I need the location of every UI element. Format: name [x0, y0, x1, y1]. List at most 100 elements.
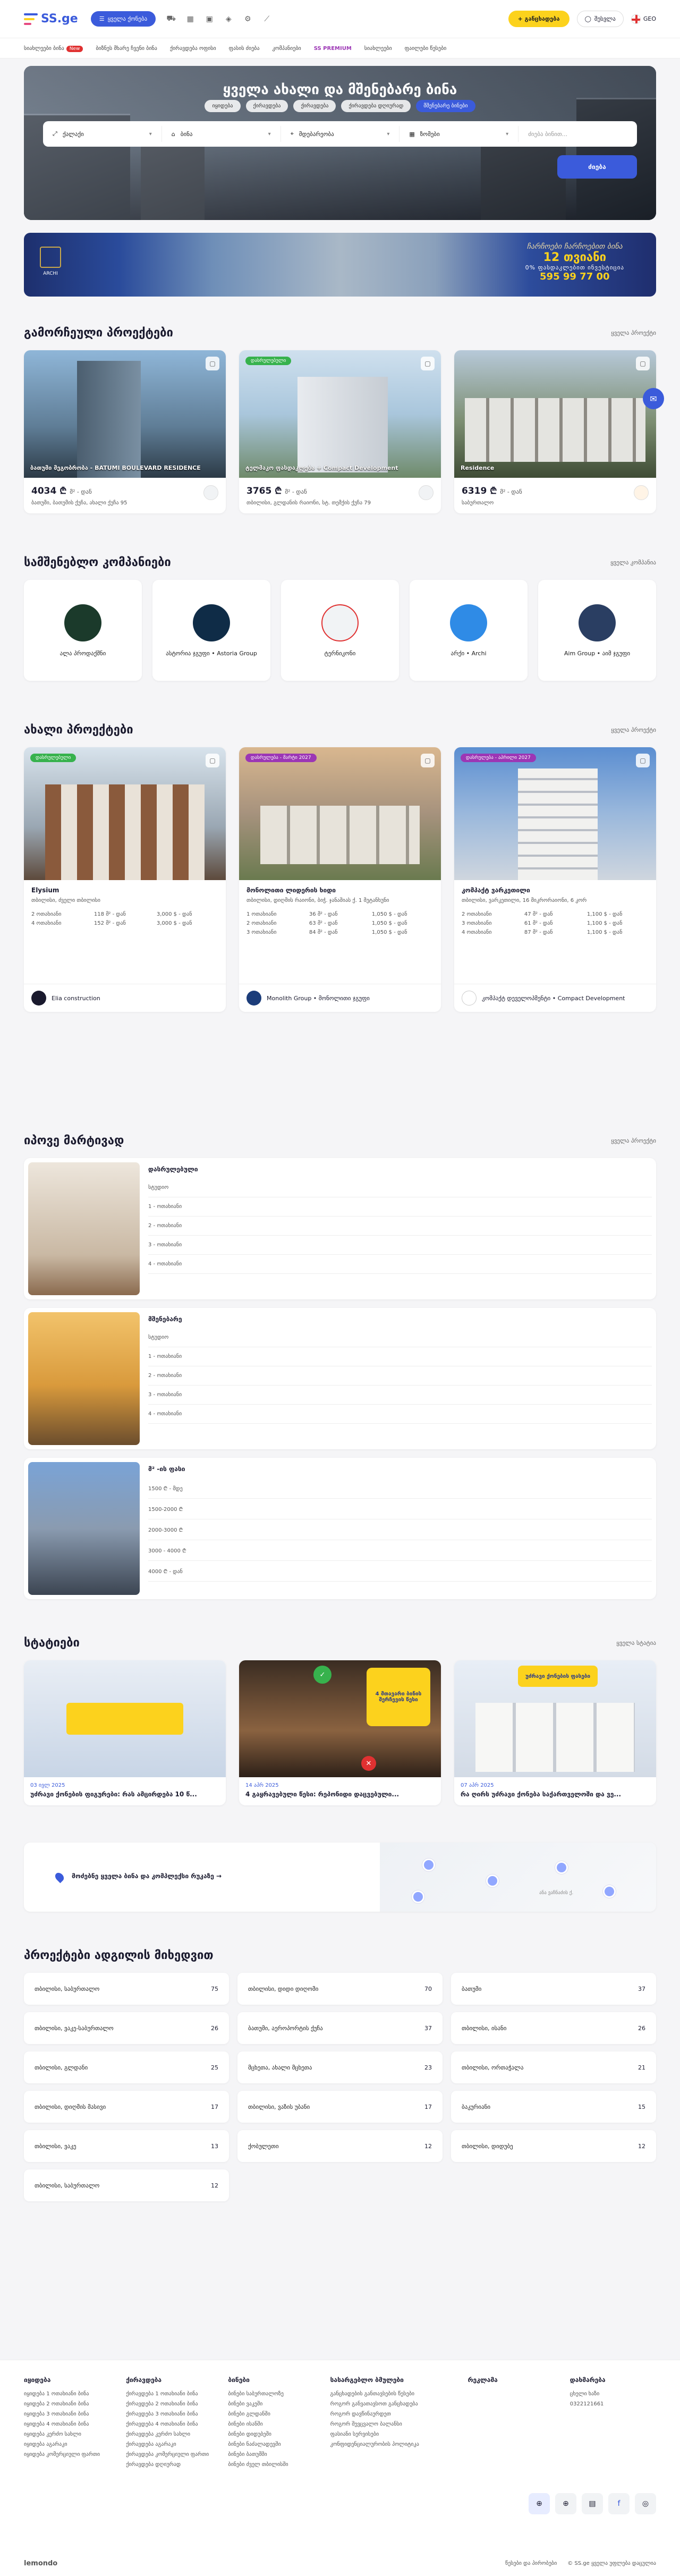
location-item[interactable]: თბილისი, დიდი დიღომი 70 — [237, 1973, 443, 2005]
location-item[interactable]: თბილისი, ვაკე-საბურთალო 26 — [24, 2012, 229, 2044]
market-link[interactable]: 2000-3000 ₾ — [148, 1519, 652, 1540]
market-link[interactable]: 2 - ოთახიანი — [148, 1366, 652, 1386]
subnav-item[interactable]: კომპანიები — [273, 46, 301, 52]
project-card[interactable]: დასრულება - აპრილი 2027 ▢ კომპაქტ ვარკეთ… — [454, 747, 656, 1012]
footer-link[interactable]: იყიდება 1 ოთახიანი ბინა — [24, 2391, 110, 2397]
footer-link[interactable]: იყიდება აგარაკი — [24, 2442, 110, 2447]
featured-card[interactable]: დასრულებული ▢ ტელმაკო ფასდაკლება + Compa… — [239, 350, 441, 513]
location-item[interactable]: თბილისი, გლდანი 25 — [24, 2051, 229, 2083]
footer-link[interactable]: ბინები ისანში — [228, 2421, 314, 2427]
login-button[interactable]: ◯ შესვლა — [576, 11, 624, 27]
logo[interactable]: SS.ge — [24, 12, 78, 26]
map-search-cta[interactable]: ანა ვაჩნაძის ქ. მოძებნე ყველა ბინა და კო… — [24, 1843, 656, 1912]
company-card[interactable]: ასტორია ჯგუფი • Astoria Group — [152, 580, 270, 681]
location-item[interactable]: თბილისი, ვაკე 13 — [24, 2130, 229, 2162]
location-item[interactable]: თბილისი, საბურთალო 75 — [24, 1973, 229, 2005]
market-link[interactable]: 1 - ოთახიანი — [148, 1197, 652, 1217]
subnav-item[interactable]: ფაილები წესები — [405, 46, 447, 52]
subnav-item[interactable]: ქირავდება ოფისი — [170, 46, 216, 52]
footer-link[interactable]: ქირავდება აგარაკი — [126, 2442, 212, 2447]
russia-flag-icon[interactable]: ▤ — [582, 2493, 603, 2514]
company-card[interactable]: ტერნიკონი — [281, 580, 399, 681]
location-item[interactable]: ბაკურიანი 15 — [451, 2091, 656, 2123]
search-input[interactable]: ძიება ბინით... — [518, 126, 637, 142]
bookmark-icon[interactable]: ▢ — [636, 754, 650, 767]
location-item[interactable]: მცხეთა, ახალი მცხეთა 23 — [237, 2051, 443, 2083]
market-link[interactable]: 1 - ოთახიანი — [148, 1347, 652, 1366]
footer-link[interactable]: ქირავდება დღიურად — [126, 2462, 212, 2468]
bookmark-icon[interactable]: ▢ — [421, 357, 435, 370]
company-card[interactable]: არქი • Archi — [410, 580, 528, 681]
market-link[interactable]: 4000 ₾ - დან — [148, 1561, 652, 1582]
city-select[interactable]: ⤢ ქალაქი ▾ — [43, 126, 162, 142]
footer-link[interactable]: იყიდება 3 ოთახიანი ბინა — [24, 2411, 110, 2417]
footer-link[interactable]: როგორ დავწინაურდეთ — [330, 2411, 452, 2417]
market-all-link[interactable]: ყველა პროექტი — [611, 1137, 656, 1144]
footer-link[interactable]: ბინები საბურთალოზე — [228, 2391, 314, 2397]
uk-flag-icon[interactable]: ⊕ — [555, 2493, 576, 2514]
add-listing-button[interactable]: + განცხადება — [508, 11, 570, 27]
company-card[interactable]: ალა პროდაქშნი — [24, 580, 142, 681]
instagram-icon[interactable]: ◎ — [635, 2493, 656, 2514]
footer-link[interactable]: ბინები გლდანში — [228, 2411, 314, 2417]
footer-link[interactable]: 0322121661 — [570, 2401, 656, 2407]
location-item[interactable]: თბილისი, საბურთალო 12 — [24, 2169, 229, 2201]
articles-all-link[interactable]: ყველა სტატია — [616, 1640, 656, 1646]
market-link[interactable]: 4 - ოთახიანი — [148, 1405, 652, 1424]
terms-link[interactable]: წესები და პირობები — [505, 2561, 557, 2566]
bookmark-icon[interactable]: ▢ — [206, 357, 219, 370]
article-card[interactable]: 4 მთავარი ბინის შერჩევის წესი ✓ ✕ 14 აპრ… — [239, 1660, 441, 1805]
market-link[interactable]: 1500 ₾ - მდე — [148, 1478, 652, 1499]
market-link[interactable]: 3 - ოთახიანი — [148, 1386, 652, 1405]
article-card[interactable]: უძრავი ქონების ფასები 07 აპრ 2025 რა ღირ… — [454, 1660, 656, 1805]
article-card[interactable]: 03 ივლ 2025 უძრავი ქონების ფიგურები: რას… — [24, 1660, 226, 1805]
project-card[interactable]: დასრულება - მარტი 2027 ▢ მონოლითი ლიდერი… — [239, 747, 441, 1012]
hero-tab[interactable]: ქირავდება — [293, 100, 336, 112]
subnav-item[interactable]: სიახლეები ბინა New — [24, 45, 83, 52]
bookmark-icon[interactable]: ▢ — [206, 754, 219, 767]
building-icon[interactable]: ▦ — [184, 13, 196, 25]
bookmark-icon[interactable]: ▢ — [636, 357, 650, 370]
footer-link[interactable]: როგორ შევცვალო ბალანსი — [330, 2421, 452, 2427]
subnav-item[interactable]: ბიზნეს მხარე ჩვენი ბინა — [96, 46, 157, 52]
size-select[interactable]: ▦ ზომები ▾ — [400, 126, 519, 142]
stack-icon[interactable]: ◈ — [223, 13, 234, 25]
subnav-item[interactable]: ფასის ძიება — [229, 46, 260, 52]
company-card[interactable]: Aim Group • აიმ ჯგუფი — [538, 580, 656, 681]
footer-link[interactable]: ქირავდება 4 ოთახიანი ბინა — [126, 2421, 212, 2427]
chat-button[interactable]: ✉ — [643, 388, 664, 409]
location-item[interactable]: თბილისი, ვაზის უბანი 17 — [237, 2091, 443, 2123]
footer-link[interactable]: ბინები ძველ თბილისში — [228, 2462, 314, 2468]
facebook-icon[interactable]: f — [608, 2493, 630, 2514]
featured-card[interactable]: ▢ Residence 6319 ₾ მ² - დან საბურთალო — [454, 350, 656, 513]
briefcase-icon[interactable]: ▣ — [203, 13, 215, 25]
footer-link[interactable]: ბინები ვაკეში — [228, 2401, 314, 2407]
hero-tab[interactable]: ქირავდება დღიურად — [341, 100, 411, 112]
location-item[interactable]: თბილისი, ორთაჭალა 21 — [451, 2051, 656, 2083]
footer-link[interactable]: ქირავდება 3 ოთახიანი ბინა — [126, 2411, 212, 2417]
gear-icon[interactable]: ⚙ — [242, 13, 253, 25]
footer-link[interactable]: ფასიანი სერვისები — [330, 2431, 452, 2437]
footer-link[interactable]: ბინები ნაძალადევში — [228, 2442, 314, 2447]
market-link[interactable]: სტუდიო — [148, 1328, 652, 1347]
footer-link[interactable]: ცხელი ხაზი — [570, 2391, 656, 2397]
footer-link[interactable]: განცხადების განთავსების წესები — [330, 2391, 452, 2397]
location-item[interactable]: თბილისი, დიდუბე 12 — [451, 2130, 656, 2162]
car-icon[interactable]: ⛟ — [165, 13, 177, 25]
companies-all-link[interactable]: ყველა კომპანია — [610, 559, 656, 566]
footer-link[interactable]: ქირავდება 2 ოთახიანი ბინა — [126, 2401, 212, 2407]
location-item[interactable]: ქობულეთი 12 — [237, 2130, 443, 2162]
footer-link[interactable]: იყიდება კერძო სახლი — [24, 2431, 110, 2437]
type-select[interactable]: ⌂ ბინა ▾ — [162, 126, 281, 142]
footer-link[interactable]: კონფიდენციალურობის პოლიტიკა — [330, 2442, 452, 2447]
footer-link[interactable]: ქირავდება კომერციული ფართი — [126, 2452, 212, 2457]
language-selector[interactable]: GEO — [631, 14, 656, 24]
hero-tab[interactable]: იყიდება — [205, 100, 241, 112]
location-item[interactable]: თბილისი, დიღმის მასივი 17 — [24, 2091, 229, 2123]
featured-all-link[interactable]: ყველა პროექტი — [611, 330, 656, 336]
footer-link[interactable]: იყიდება 4 ოთახიანი ბინა — [24, 2421, 110, 2427]
market-link[interactable]: 3000 - 4000 ₾ — [148, 1540, 652, 1561]
location-item[interactable]: თბილისი, ისანი 26 — [451, 2012, 656, 2044]
hero-tab[interactable]: ქირავდება — [245, 100, 288, 112]
location-item[interactable]: ბათუმი, აეროპორტის ქუჩა 37 — [237, 2012, 443, 2044]
